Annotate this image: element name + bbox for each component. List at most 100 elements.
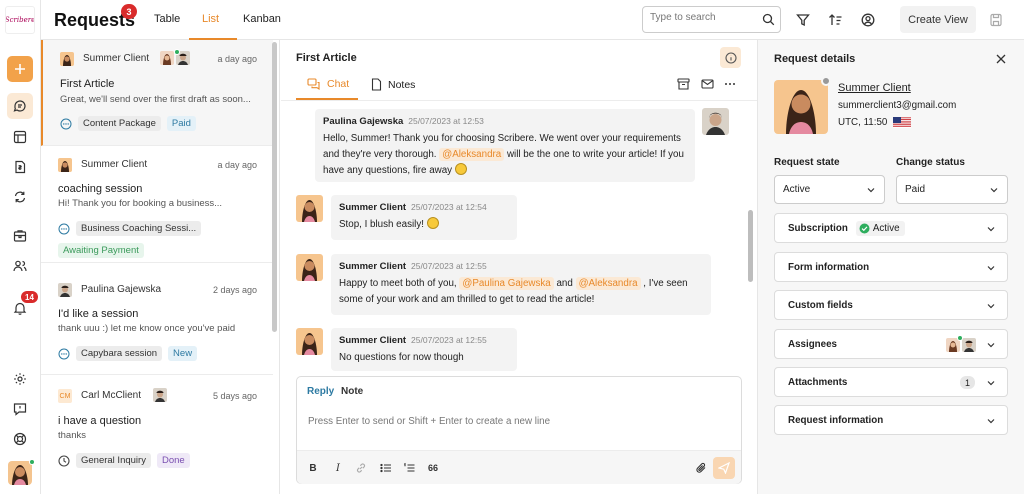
attachment-icon[interactable] — [694, 461, 708, 475]
add-button[interactable] — [7, 56, 33, 82]
chevron-down-icon — [987, 343, 995, 348]
client-avatar — [58, 158, 72, 172]
users-icon[interactable] — [8, 254, 32, 278]
tab-kanban[interactable]: Kanban — [243, 13, 281, 25]
chevron-down-icon — [990, 188, 998, 193]
save-view-icon — [986, 10, 1006, 30]
subscription-section[interactable]: Subscription Active — [774, 213, 1008, 243]
client-name-link[interactable]: Summer Client — [838, 82, 911, 94]
close-icon[interactable] — [994, 52, 1008, 66]
attachments-section[interactable]: Attachments 1 — [774, 367, 1008, 397]
layout-icon[interactable] — [8, 125, 32, 149]
filter-icon[interactable] — [793, 10, 813, 30]
archive-icon[interactable] — [677, 78, 690, 90]
send-button[interactable] — [713, 457, 735, 479]
invoice-icon[interactable] — [8, 155, 32, 179]
numbered-list-icon[interactable] — [402, 461, 416, 475]
request-card[interactable]: Summer Client a day ago First Article Gr… — [41, 40, 273, 146]
chevron-down-icon — [987, 419, 995, 424]
search-icon[interactable] — [762, 13, 775, 26]
request-card[interactable]: Paulina Gajewska 2 days ago I'd like a s… — [41, 263, 273, 375]
chat-message: Summer Client 25/07/2023 at 12:55 No ques… — [331, 328, 517, 371]
mention-tag[interactable]: @Aleksandra — [575, 277, 641, 290]
chat-scrollbar[interactable] — [748, 210, 753, 282]
user-avatar[interactable] — [8, 461, 32, 485]
message-author: Summer Client — [339, 335, 407, 346]
quote-icon[interactable]: 66 — [426, 461, 440, 475]
bold-icon[interactable]: B — [306, 461, 320, 475]
request-card[interactable]: CM Carl McClient 5 days ago i have a que… — [41, 375, 273, 494]
message-input[interactable]: Press Enter to send or Shift + Enter to … — [308, 416, 550, 427]
chat-icon[interactable] — [7, 93, 33, 119]
message-line: Stop, I blush easily! — [339, 217, 509, 233]
assignee-online-dot — [174, 49, 180, 55]
info-button[interactable] — [720, 47, 741, 68]
mention-tag[interactable]: @Paulina Gajewska — [459, 277, 554, 290]
store-icon[interactable] — [8, 224, 32, 248]
message-text: Happy to meet both of you, — [339, 278, 457, 289]
italic-icon[interactable]: I — [331, 461, 345, 475]
logo-text: Scribere — [5, 16, 35, 24]
client-avatar — [58, 283, 72, 297]
message-line: have any questions, fire away — [323, 163, 687, 179]
reply-tab[interactable]: Reply — [307, 386, 334, 397]
subscription-badge: Active — [855, 220, 905, 236]
client-avatar — [296, 254, 323, 281]
client-avatar — [60, 52, 74, 66]
link-icon[interactable] — [354, 461, 368, 475]
change-status-label: Change status — [896, 157, 965, 168]
message-time: 25/07/2023 at 12:55 — [411, 261, 487, 271]
mail-icon[interactable] — [701, 78, 714, 90]
settings-icon[interactable] — [8, 367, 32, 391]
form-information-section[interactable]: Form information — [774, 252, 1008, 282]
bullet-list-icon[interactable] — [379, 461, 393, 475]
mention-tag[interactable]: @Aleksandra — [439, 148, 505, 161]
help-icon[interactable] — [8, 427, 32, 451]
message-line: Happy to meet both of you, @Paulina Gaje… — [339, 276, 703, 292]
app-logo[interactable]: Scribere — [5, 6, 35, 34]
request-information-section[interactable]: Request information — [774, 405, 1008, 435]
tab-list[interactable]: List — [202, 13, 219, 25]
assignees-section[interactable]: Assignees — [774, 329, 1008, 359]
request-preview: thank uuu :) let me know once you've pai… — [58, 323, 236, 334]
note-icon — [371, 78, 382, 91]
search-input[interactable] — [650, 12, 758, 23]
account-icon[interactable] — [858, 10, 878, 30]
custom-fields-section[interactable]: Custom fields — [774, 290, 1008, 320]
note-tab[interactable]: Note — [341, 386, 363, 397]
search-box[interactable] — [642, 6, 781, 33]
feedback-icon[interactable] — [8, 397, 32, 421]
create-view-button[interactable]: Create View — [900, 6, 976, 33]
tab-chat[interactable]: Chat — [307, 78, 349, 90]
request-details-panel: Request details Summer Client summerclie… — [757, 40, 1024, 494]
more-options-icon[interactable] — [724, 78, 736, 90]
request-subject: coaching session — [58, 183, 143, 195]
request-time: 2 days ago — [212, 285, 257, 295]
sort-icon[interactable] — [825, 10, 845, 30]
request-tags: Business Coaching Sessi... — [58, 221, 202, 236]
section-label: Attachments — [788, 376, 848, 388]
request-time: a day ago — [217, 160, 257, 170]
request-tags: Content Package Paid — [60, 116, 196, 131]
chat-message: Paulina Gajewska 25/07/2023 at 12:53 Hell… — [315, 109, 695, 182]
list-scrollbar[interactable] — [272, 42, 277, 332]
smile-emoji-icon — [454, 163, 467, 175]
service-chip: Content Package — [78, 116, 161, 131]
tab-notes[interactable]: Notes — [371, 78, 415, 91]
tab-table[interactable]: Table — [154, 13, 180, 25]
request-state-select[interactable]: Active — [774, 175, 885, 204]
tab-notes-label: Notes — [388, 78, 416, 91]
reply-composer[interactable]: Reply Note Press Enter to send or Shift … — [296, 376, 742, 484]
clock-icon — [58, 454, 70, 467]
message-text: , I've seen — [643, 278, 688, 289]
chat-title: First Article — [296, 52, 357, 64]
status-badge: Done — [156, 453, 190, 468]
change-status-select[interactable]: Paid — [896, 175, 1008, 204]
attachments-count-badge: 1 — [960, 376, 975, 389]
request-card[interactable]: Summer Client a day ago coaching session… — [41, 146, 273, 263]
refresh-icon[interactable] — [8, 185, 32, 209]
request-time: 5 days ago — [212, 391, 257, 401]
request-preview: thanks — [58, 430, 86, 441]
client-name: Summer Client — [81, 159, 148, 170]
agent-avatar — [702, 108, 729, 135]
